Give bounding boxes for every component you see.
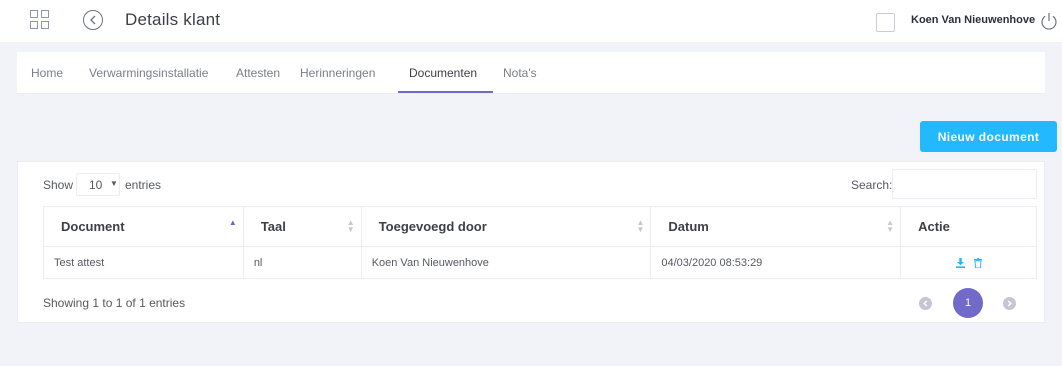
apps-grid-icon[interactable] — [30, 10, 50, 30]
chevron-left-icon — [90, 15, 96, 25]
user-name[interactable]: Koen Van Nieuwenhove — [911, 14, 1035, 26]
column-header-taal[interactable]: Taal ▲ ▼ — [242, 206, 362, 247]
tab-notas[interactable]: Nota's — [503, 66, 537, 80]
chevron-left-icon — [923, 300, 928, 307]
show-label: Show — [43, 178, 74, 192]
back-button[interactable] — [83, 10, 103, 30]
column-header-label: Datum — [668, 219, 709, 234]
sort-icon: ▲ ▼ — [346, 218, 355, 234]
next-page-button[interactable] — [1003, 297, 1016, 310]
table-row: Test attest nl Koen Van Nieuwenhove 04/0… — [43, 246, 1037, 279]
sort-icon: ▲ ▼ — [636, 218, 645, 234]
tab-verwarmingsinstallatie[interactable]: Verwarmingsinstallatie — [89, 66, 208, 80]
cell-document: Test attest — [43, 246, 244, 279]
page-title: Details klant — [125, 10, 221, 29]
entries-label: entries — [125, 178, 162, 192]
page-length-value: 10 — [89, 178, 103, 192]
tab-herinneringen[interactable]: Herinneringen — [300, 66, 375, 80]
chevron-right-icon — [1007, 300, 1012, 307]
tab-home[interactable]: Home — [31, 66, 63, 80]
sort-icon: ▲ ▼ — [886, 218, 895, 234]
power-icon[interactable] — [1039, 11, 1059, 31]
column-header-label: Taal — [260, 219, 286, 234]
cell-datum: 04/03/2020 08:53:29 — [650, 246, 902, 279]
column-header-actie: Actie — [900, 206, 1037, 247]
caret-down-icon: ▼ — [110, 179, 118, 188]
documents-table: Document ▲ Taal ▲ ▼ Toegevoegd door ▲ ▼ Da… — [43, 206, 1037, 279]
documents-panel: Show 10 ▼ entries Search: Document ▲ Taa… — [17, 161, 1045, 323]
previous-page-button[interactable] — [919, 297, 932, 310]
sort-ascending-icon: ▲ — [228, 218, 237, 227]
column-header-toegevoegd-door[interactable]: Toegevoegd door ▲ ▼ — [360, 206, 652, 247]
page-length-select[interactable]: 10 ▼ — [76, 173, 120, 196]
tab-bar: Home Verwarmingsinstallatie Attesten Her… — [17, 52, 1045, 94]
column-header-label: Document — [61, 219, 125, 234]
column-header-document[interactable]: Document ▲ — [43, 206, 244, 247]
top-bar: Details klant Koen Van Nieuwenhove — [0, 0, 1062, 42]
tab-attesten[interactable]: Attesten — [236, 66, 280, 80]
column-header-label: Actie — [918, 219, 950, 234]
trash-icon[interactable] — [973, 257, 982, 268]
table-info: Showing 1 to 1 of 1 entries — [43, 296, 186, 310]
header-checkbox[interactable] — [876, 13, 895, 32]
cell-toegevoegd-door: Koen Van Nieuwenhove — [360, 246, 652, 279]
table-header-row: Document ▲ Taal ▲ ▼ Toegevoegd door ▲ ▼ Da… — [43, 206, 1037, 247]
new-document-button[interactable]: Nieuw document — [920, 121, 1057, 152]
column-header-label: Toegevoegd door — [378, 219, 487, 234]
search-label: Search: — [851, 178, 893, 192]
active-tab-indicator — [398, 91, 493, 93]
tab-documenten[interactable]: Documenten — [409, 66, 477, 80]
cell-taal: nl — [242, 246, 362, 279]
column-header-datum[interactable]: Datum ▲ ▼ — [650, 206, 902, 247]
search-input[interactable] — [892, 169, 1037, 199]
cell-actions — [900, 246, 1037, 279]
download-icon[interactable] — [955, 257, 965, 268]
page-button-current[interactable]: 1 — [953, 288, 983, 318]
